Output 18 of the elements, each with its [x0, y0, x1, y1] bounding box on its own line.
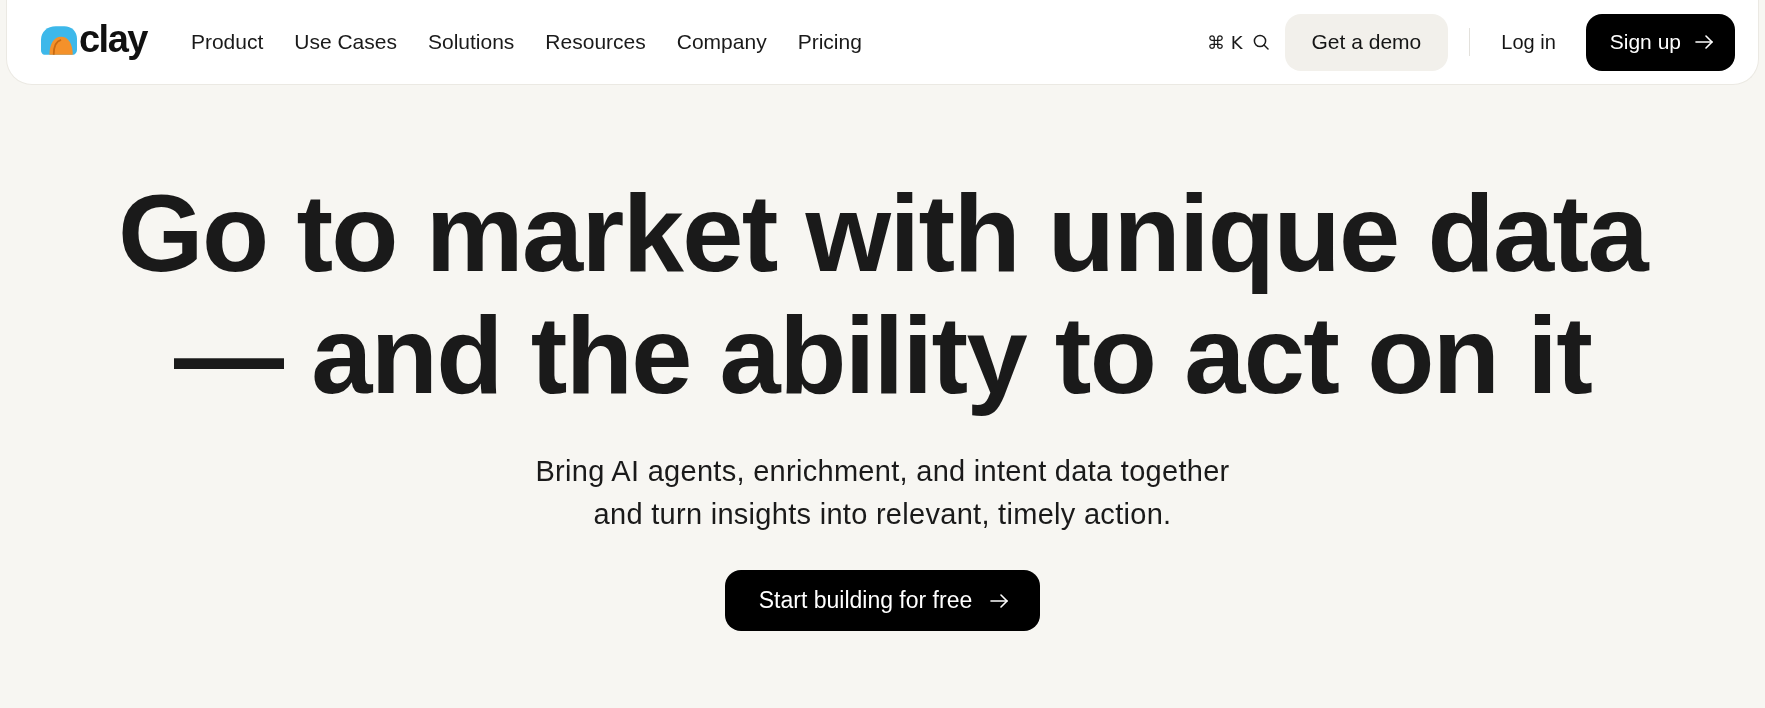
search-icon — [1252, 34, 1269, 50]
nav-link[interactable]: Company — [676, 30, 767, 54]
signup-button[interactable]: Sign up — [1585, 13, 1735, 71]
demo-button[interactable]: Get a demo — [1284, 13, 1449, 71]
arrow-right-icon — [990, 593, 1009, 608]
hero-subheadline: Bring AI agents, enrichment, and intent data together and turn insights into relevant, timely action. — [534, 454, 1231, 532]
arrow-right-icon — [1695, 35, 1713, 49]
hero-headline: Go to market with unique data — and the ability to act on it — [117, 172, 1650, 416]
nav-link[interactable]: Pricing — [797, 30, 862, 54]
home-logo[interactable]: clay — [41, 22, 147, 62]
dome-icon — [41, 26, 77, 56]
search-button[interactable]: ⌘ K — [1207, 31, 1269, 53]
start-building-button[interactable]: Start building for free — [724, 570, 1041, 631]
nav-link[interactable]: Resources — [545, 30, 646, 54]
nav-link[interactable]: Solutions — [427, 30, 515, 54]
nav-link[interactable]: Use Cases — [294, 30, 397, 54]
nav-link[interactable]: Product — [190, 30, 264, 54]
login-link[interactable]: Log in — [1501, 30, 1556, 54]
